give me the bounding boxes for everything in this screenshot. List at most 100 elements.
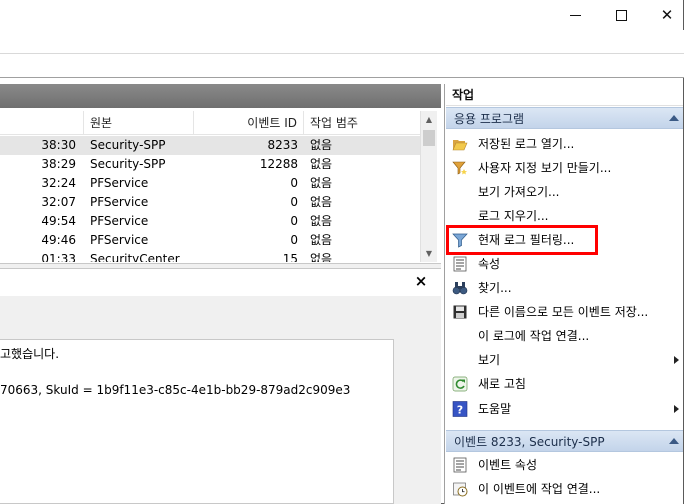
collapse-up-icon[interactable] xyxy=(669,115,679,121)
event-properties-icon xyxy=(453,457,467,473)
table-scrollbar[interactable]: ▲ ▼ xyxy=(420,111,437,262)
minimize-button[interactable] xyxy=(552,0,598,30)
cell-source: PFService xyxy=(90,195,149,209)
binoculars-icon xyxy=(452,282,468,295)
cell-category: 없음 xyxy=(310,233,333,247)
table-row[interactable]: 38:30 Security-SPP 8233 없음 xyxy=(0,136,420,155)
cell-category: 없음 xyxy=(310,214,333,228)
table-row[interactable]: 49:54 PFService 0 없음 xyxy=(0,212,420,231)
cell-event-id: 0 xyxy=(290,214,298,228)
action-view-menu[interactable]: 보기 xyxy=(446,348,683,372)
column-header-date[interactable] xyxy=(0,111,84,135)
action-save-all-events[interactable]: 다른 이름으로 모든 이벤트 저장... xyxy=(446,300,683,324)
cell-category: 없음 xyxy=(310,138,333,152)
event-description-text: 70663, SkuId = 1b9f11e3-c85c-4e1b-bb29-8… xyxy=(0,383,351,397)
scroll-down-icon[interactable]: ▼ xyxy=(421,245,437,262)
cell-time: 49:46 xyxy=(41,233,76,247)
action-import-view[interactable]: 보기 가져오기... xyxy=(446,180,683,204)
action-label: 속성 xyxy=(478,257,501,271)
event-description-text: 고했습니다. xyxy=(0,347,60,361)
cell-category: 없음 xyxy=(310,176,333,190)
action-label: 이벤트 속성 xyxy=(478,458,538,472)
maximize-button[interactable] xyxy=(598,0,644,30)
submenu-arrow-icon xyxy=(674,405,679,413)
action-label: 보기 가져오기... xyxy=(478,185,560,199)
action-open-saved-log[interactable]: 저장된 로그 열기... xyxy=(446,132,683,156)
menu-bar xyxy=(0,30,684,54)
section-title: 이벤트 8233, Security-SPP xyxy=(454,435,605,449)
action-properties[interactable]: 속성 xyxy=(446,252,683,276)
toolbar xyxy=(0,54,684,78)
folder-open-icon xyxy=(452,140,468,151)
cell-time: 38:30 xyxy=(41,138,76,152)
log-header-bar xyxy=(0,84,441,108)
refresh-icon xyxy=(452,376,468,392)
table-row[interactable]: 49:46 PFService 0 없음 xyxy=(0,231,420,250)
action-label: 사용자 지정 보기 만들기... xyxy=(478,161,612,175)
collapse-up-icon[interactable] xyxy=(669,438,679,444)
table-row[interactable]: 32:24 PFService 0 없음 xyxy=(0,174,420,193)
action-label: 찾기... xyxy=(478,281,512,295)
cell-event-id: 0 xyxy=(290,176,298,190)
cell-event-id: 8233 xyxy=(267,138,298,152)
scroll-up-icon[interactable]: ▲ xyxy=(421,111,437,128)
funnel-star-icon xyxy=(452,161,467,175)
pane-splitter[interactable] xyxy=(0,263,441,269)
action-refresh[interactable]: 새로 고침 xyxy=(446,372,683,396)
actions-title: 작업 xyxy=(446,84,683,106)
minimize-icon xyxy=(569,14,581,16)
column-header-source[interactable]: 원본 xyxy=(84,111,194,135)
event-table: 원본 이벤트 ID 작업 범주 38:30 Security-SPP 8233 … xyxy=(0,111,420,262)
column-header-task-category[interactable]: 작업 범주 xyxy=(304,111,420,135)
cell-source: SecurityCenter xyxy=(90,252,180,262)
action-label: 다른 이름으로 모든 이벤트 저장... xyxy=(478,305,649,319)
cell-event-id: 0 xyxy=(290,233,298,247)
cell-time: 01:33 xyxy=(41,252,76,262)
event-description-line: 고했습니다. xyxy=(0,345,390,361)
close-icon: ✕ xyxy=(660,6,674,24)
event-description-line: 70663, SkuId = 1b9f11e3-c85c-4e1b-bb29-8… xyxy=(0,383,390,399)
section-title: 응용 프로그램 xyxy=(454,112,525,126)
action-attach-task-to-log[interactable]: 이 로그에 작업 연결... xyxy=(446,324,683,348)
cell-source: Security-SPP xyxy=(90,138,166,152)
action-label: 보기 xyxy=(478,353,501,367)
column-header-event-id[interactable]: 이벤트 ID xyxy=(194,111,304,135)
task-clock-icon xyxy=(453,482,468,497)
action-label: 이 이벤트에 작업 연결... xyxy=(478,482,601,496)
help-icon: ? xyxy=(452,401,468,417)
action-find[interactable]: 찾기... xyxy=(446,276,683,300)
action-label: 저장된 로그 열기... xyxy=(478,137,575,151)
cell-source: Security-SPP xyxy=(90,157,166,171)
action-label: 도움말 xyxy=(478,402,512,416)
section-header-application[interactable]: 응용 프로그램 xyxy=(446,107,683,129)
cell-event-id: 0 xyxy=(290,195,298,209)
svg-text:?: ? xyxy=(457,404,463,417)
action-label: 새로 고침 xyxy=(478,377,526,391)
cell-event-id: 12288 xyxy=(259,157,298,171)
action-attach-task-to-event[interactable]: 이 이벤트에 작업 연결... xyxy=(446,477,683,501)
table-row[interactable]: 01:33 SecurityCenter 15 없음 xyxy=(0,250,420,262)
cell-time: 32:07 xyxy=(41,195,76,209)
maximize-icon xyxy=(615,9,627,21)
action-label: 이 로그에 작업 연결... xyxy=(478,329,590,343)
cell-category: 없음 xyxy=(310,195,333,209)
save-icon xyxy=(453,305,467,319)
highlight-annotation xyxy=(446,225,598,255)
table-row[interactable]: 38:29 Security-SPP 12288 없음 xyxy=(0,155,420,174)
scroll-thumb[interactable] xyxy=(423,130,435,146)
cell-time: 38:29 xyxy=(41,157,76,171)
detail-close-icon[interactable]: × xyxy=(413,273,429,289)
table-row[interactable]: 32:07 PFService 0 없음 xyxy=(0,193,420,212)
close-button[interactable]: ✕ xyxy=(644,0,684,30)
action-create-custom-view[interactable]: 사용자 지정 보기 만들기... xyxy=(446,156,683,180)
cell-source: PFService xyxy=(90,176,149,190)
cell-time: 49:54 xyxy=(41,214,76,228)
cell-source: PFService xyxy=(90,214,149,228)
section-header-event[interactable]: 이벤트 8233, Security-SPP xyxy=(446,430,683,452)
action-help-menu[interactable]: ? 도움말 xyxy=(446,397,683,421)
cell-source: PFService xyxy=(90,233,149,247)
properties-icon xyxy=(453,256,467,272)
action-event-properties[interactable]: 이벤트 속성 xyxy=(446,453,683,477)
event-description-box xyxy=(0,339,394,504)
cell-time: 32:24 xyxy=(41,176,76,190)
